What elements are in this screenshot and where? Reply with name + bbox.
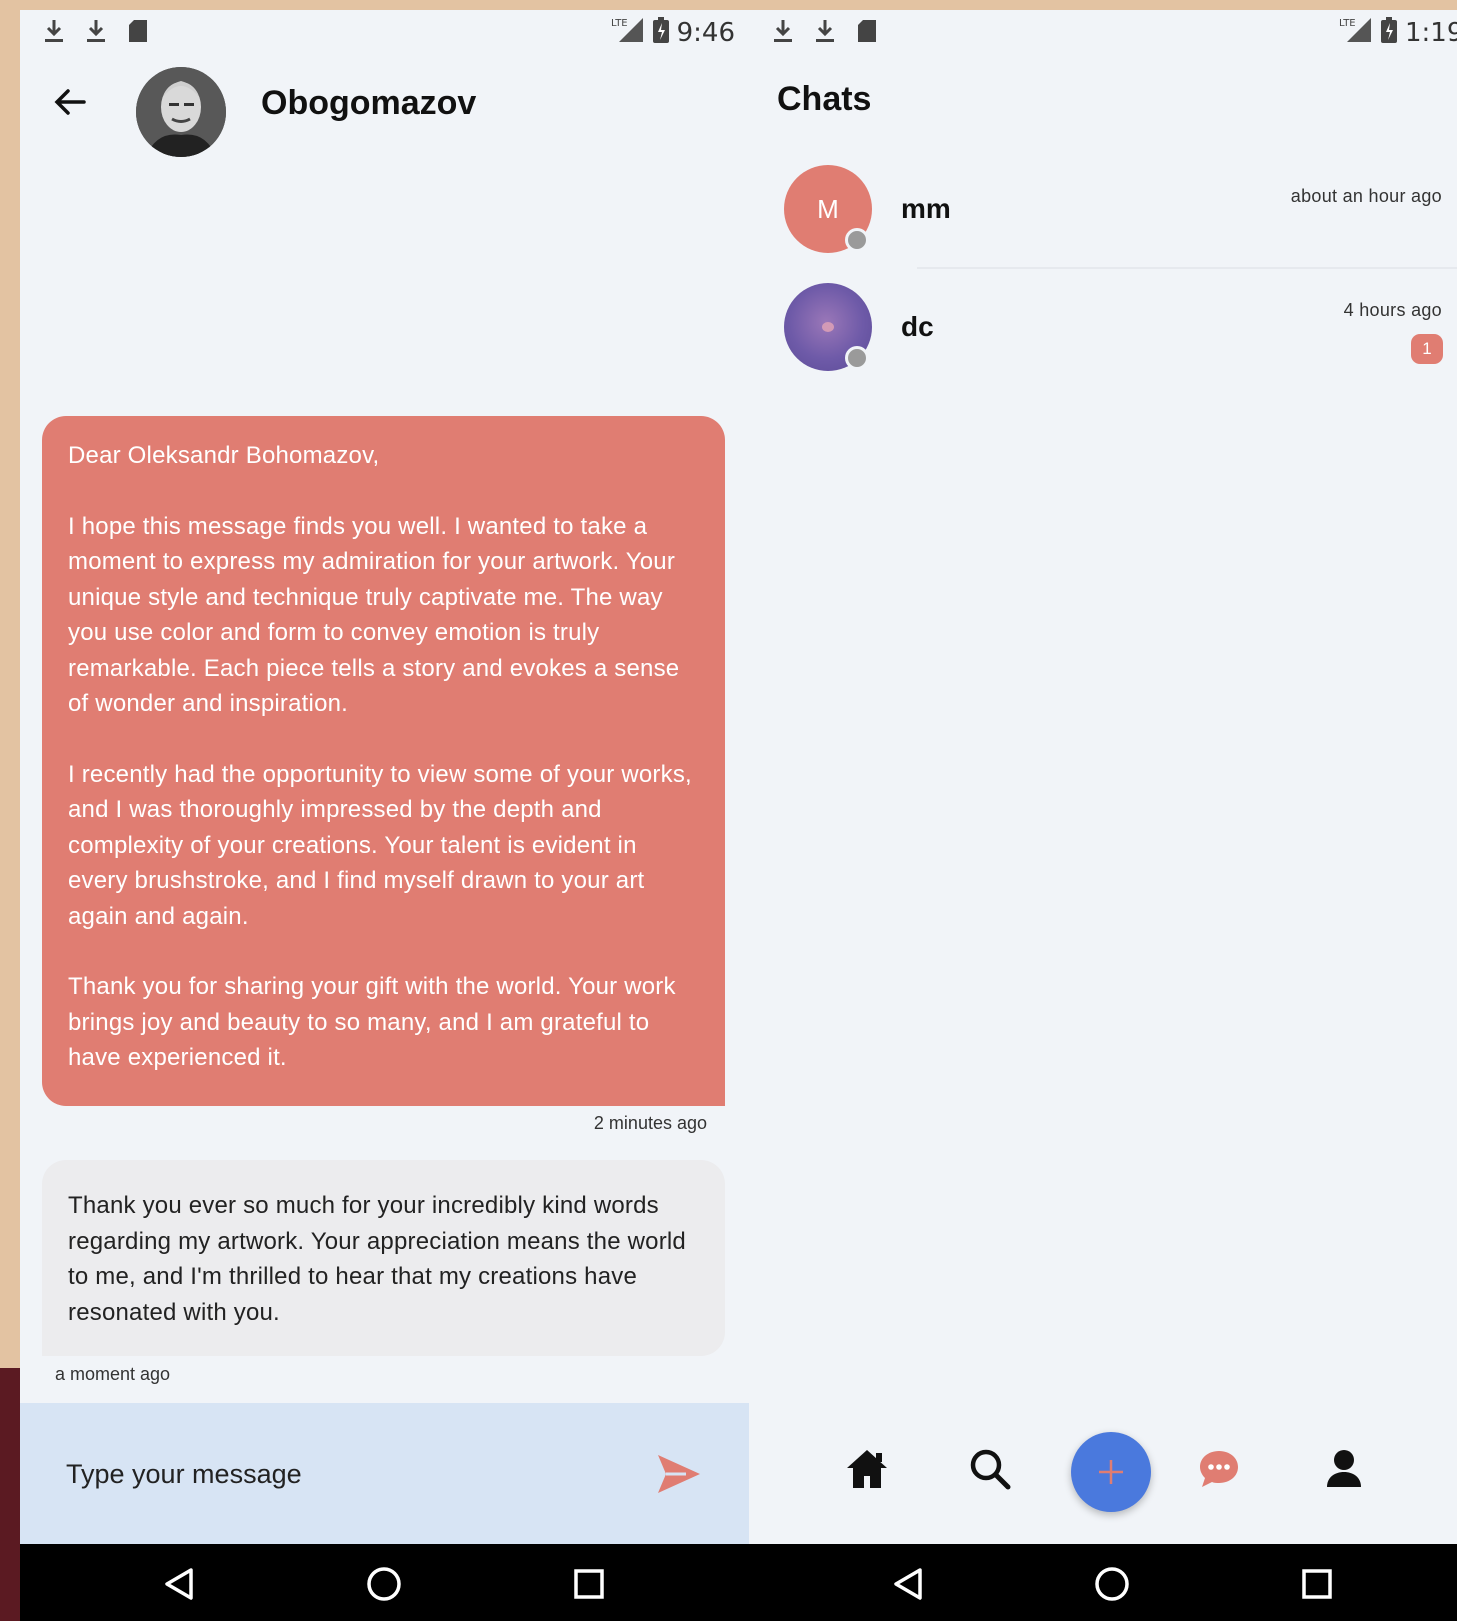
chat-name: mm bbox=[901, 193, 951, 224]
presence-indicator bbox=[845, 346, 869, 370]
bottom-tab-bar bbox=[749, 1432, 1457, 1542]
profile-icon bbox=[1327, 1450, 1361, 1487]
nav-home-button[interactable] bbox=[1090, 1562, 1134, 1606]
download-icon bbox=[811, 16, 839, 46]
conversation-screen: LTE 9:46 Obogomazov Dear Oleksandr Bohom… bbox=[20, 10, 749, 1621]
new-chat-button[interactable] bbox=[1071, 1432, 1151, 1512]
contact-name: Obogomazov bbox=[261, 84, 477, 122]
search-icon bbox=[970, 1449, 1011, 1490]
message-input[interactable] bbox=[64, 1448, 628, 1500]
outgoing-message-time: 2 minutes ago bbox=[593, 1113, 707, 1133]
home-circle-icon bbox=[367, 1567, 401, 1601]
chat-time: about an hour ago bbox=[1290, 186, 1442, 206]
nav-back-button[interactable] bbox=[886, 1562, 930, 1606]
message-text: Thank you ever so much for your incredib… bbox=[68, 1192, 686, 1326]
system-navigation-bar bbox=[20, 1544, 749, 1621]
nav-back-button[interactable] bbox=[157, 1562, 201, 1606]
send-button[interactable] bbox=[656, 1453, 702, 1495]
download-icon bbox=[769, 16, 797, 46]
status-bar: LTE 9:46 bbox=[20, 10, 749, 52]
tab-search[interactable] bbox=[965, 1444, 1015, 1494]
back-button[interactable] bbox=[50, 82, 90, 122]
system-navigation-bar bbox=[749, 1544, 1457, 1621]
recents-square-icon bbox=[574, 1569, 604, 1599]
incoming-message-time: a moment ago bbox=[55, 1364, 171, 1384]
chat-name: dc bbox=[901, 311, 934, 342]
message-paragraph: I recently had the opportunity to view s… bbox=[68, 760, 692, 930]
status-time: 9:46 bbox=[676, 17, 735, 48]
plus-icon bbox=[1099, 1460, 1123, 1484]
avatar-initial: M bbox=[817, 193, 839, 224]
incoming-message-bubble: Thank you ever so much for your incredib… bbox=[42, 1160, 725, 1356]
chat-list-item[interactable]: dc 4 hours ago 1 bbox=[749, 278, 1457, 388]
home-circle-icon bbox=[1095, 1567, 1129, 1601]
back-triangle-icon bbox=[894, 1568, 922, 1600]
message-paragraph: Dear Oleksandr Bohomazov, bbox=[68, 442, 380, 469]
tab-home[interactable] bbox=[842, 1444, 892, 1494]
message-paragraph: Thank you for sharing your gift with the… bbox=[68, 973, 676, 1071]
home-icon bbox=[847, 1450, 887, 1488]
lte-signal-icon: LTE bbox=[1339, 16, 1373, 49]
download-icon bbox=[40, 16, 68, 46]
recents-square-icon bbox=[1302, 1569, 1332, 1599]
outgoing-message-bubble: Dear Oleksandr Bohomazov, I hope this me… bbox=[42, 416, 725, 1106]
svg-text:LTE: LTE bbox=[611, 18, 628, 29]
battery-icon bbox=[652, 17, 669, 48]
chat-icon bbox=[1200, 1451, 1238, 1487]
chats-screen: LTE 1:19 Chats M mm about an hour ago dc… bbox=[749, 10, 1457, 1621]
send-icon bbox=[658, 1455, 700, 1493]
message-composer bbox=[20, 1403, 749, 1544]
sd-card-icon bbox=[853, 16, 881, 46]
message-paragraph: I hope this message finds you well. I wa… bbox=[68, 512, 680, 718]
tab-chats[interactable] bbox=[1194, 1444, 1244, 1494]
chat-time: 4 hours ago bbox=[1343, 300, 1442, 320]
download-icon bbox=[82, 16, 110, 46]
status-time: 1:19 bbox=[1405, 17, 1457, 48]
divider bbox=[917, 267, 1457, 269]
contact-avatar[interactable] bbox=[136, 67, 226, 157]
presence-indicator bbox=[845, 228, 869, 252]
tab-profile[interactable] bbox=[1319, 1444, 1369, 1494]
chat-list-item[interactable]: M mm about an hour ago bbox=[749, 160, 1457, 270]
back-triangle-icon bbox=[165, 1568, 193, 1600]
battery-icon bbox=[1381, 17, 1397, 48]
nav-recents-button[interactable] bbox=[567, 1562, 611, 1606]
sd-card-icon bbox=[124, 16, 152, 46]
status-bar: LTE 1:19 bbox=[749, 10, 1457, 52]
page-title: Chats bbox=[777, 80, 872, 118]
svg-text:LTE: LTE bbox=[1339, 18, 1356, 29]
nav-recents-button[interactable] bbox=[1295, 1562, 1339, 1606]
nav-home-button[interactable] bbox=[362, 1562, 406, 1606]
lte-signal-icon: LTE bbox=[611, 16, 645, 49]
unread-badge: 1 bbox=[1411, 334, 1443, 364]
arrow-left-icon bbox=[54, 89, 86, 115]
chat-header: Obogomazov bbox=[20, 52, 749, 162]
